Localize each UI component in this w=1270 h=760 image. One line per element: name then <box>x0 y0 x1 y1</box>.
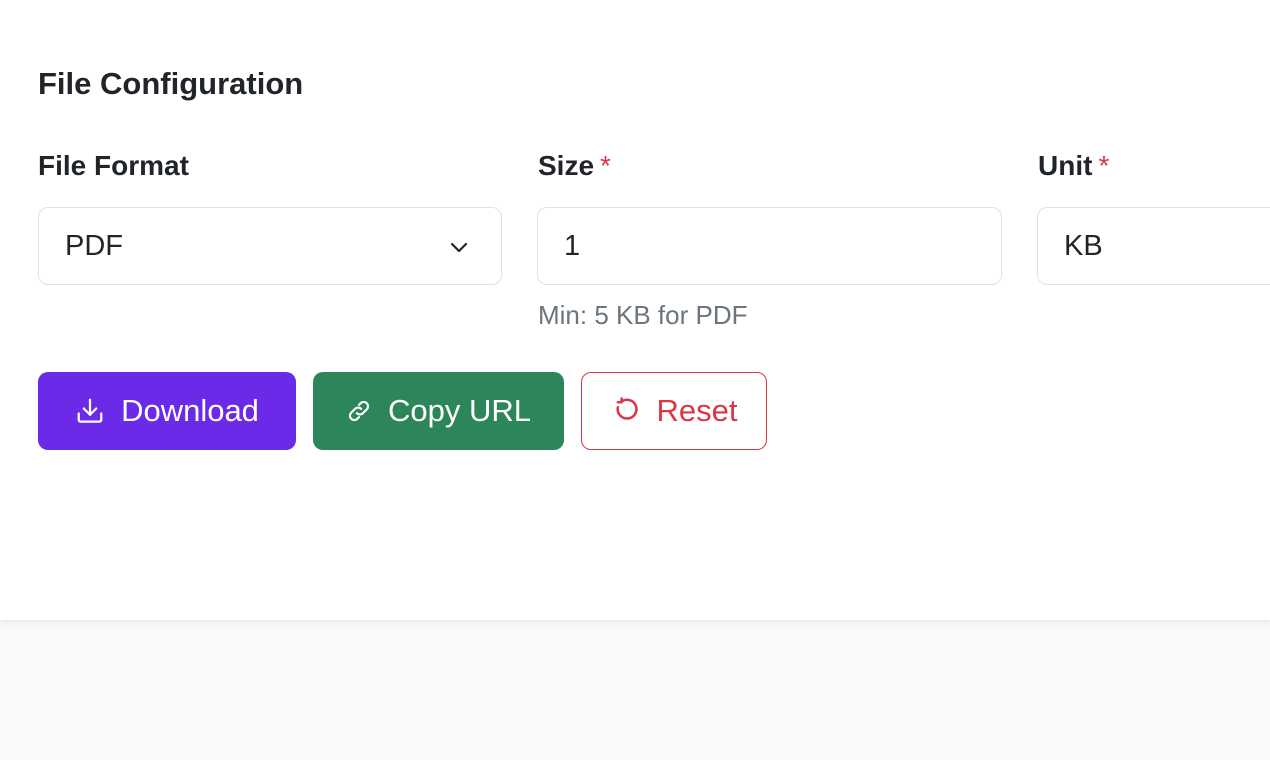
reset-label: Reset <box>656 393 738 428</box>
unit-required-mark: * <box>1098 150 1110 181</box>
unit-label: Unit * <box>1038 150 1109 182</box>
file-format-value: PDF <box>65 229 123 262</box>
chevron-down-icon <box>450 242 468 253</box>
size-label: Size * <box>538 150 611 182</box>
reset-icon <box>615 397 638 420</box>
file-format-select[interactable]: PDF <box>38 207 502 285</box>
reset-button[interactable]: Reset <box>581 372 767 450</box>
copy-url-label: Copy URL <box>388 393 531 428</box>
file-format-label-text: File Format <box>38 150 189 181</box>
unit-label-text: Unit <box>1038 150 1093 181</box>
copy-url-button[interactable]: Copy URL <box>313 372 564 450</box>
size-value: 1 <box>564 229 581 262</box>
download-button[interactable]: Download <box>38 372 296 450</box>
download-icon <box>77 398 103 423</box>
section-title: File Configuration <box>38 66 304 101</box>
download-label: Download <box>121 393 259 428</box>
size-label-text: Size <box>538 150 595 181</box>
file-format-label: File Format <box>38 150 189 182</box>
link-icon <box>348 400 370 422</box>
size-required-mark: * <box>600 150 611 181</box>
size-input[interactable]: 1 <box>537 207 1002 285</box>
file-configuration-card: File Configuration File Format PDF Size *… <box>0 0 1270 620</box>
size-help-text: Min: 5 KB for PDF <box>538 300 748 330</box>
unit-value: KB <box>1064 229 1103 262</box>
unit-select[interactable]: KB <box>1037 207 1270 285</box>
